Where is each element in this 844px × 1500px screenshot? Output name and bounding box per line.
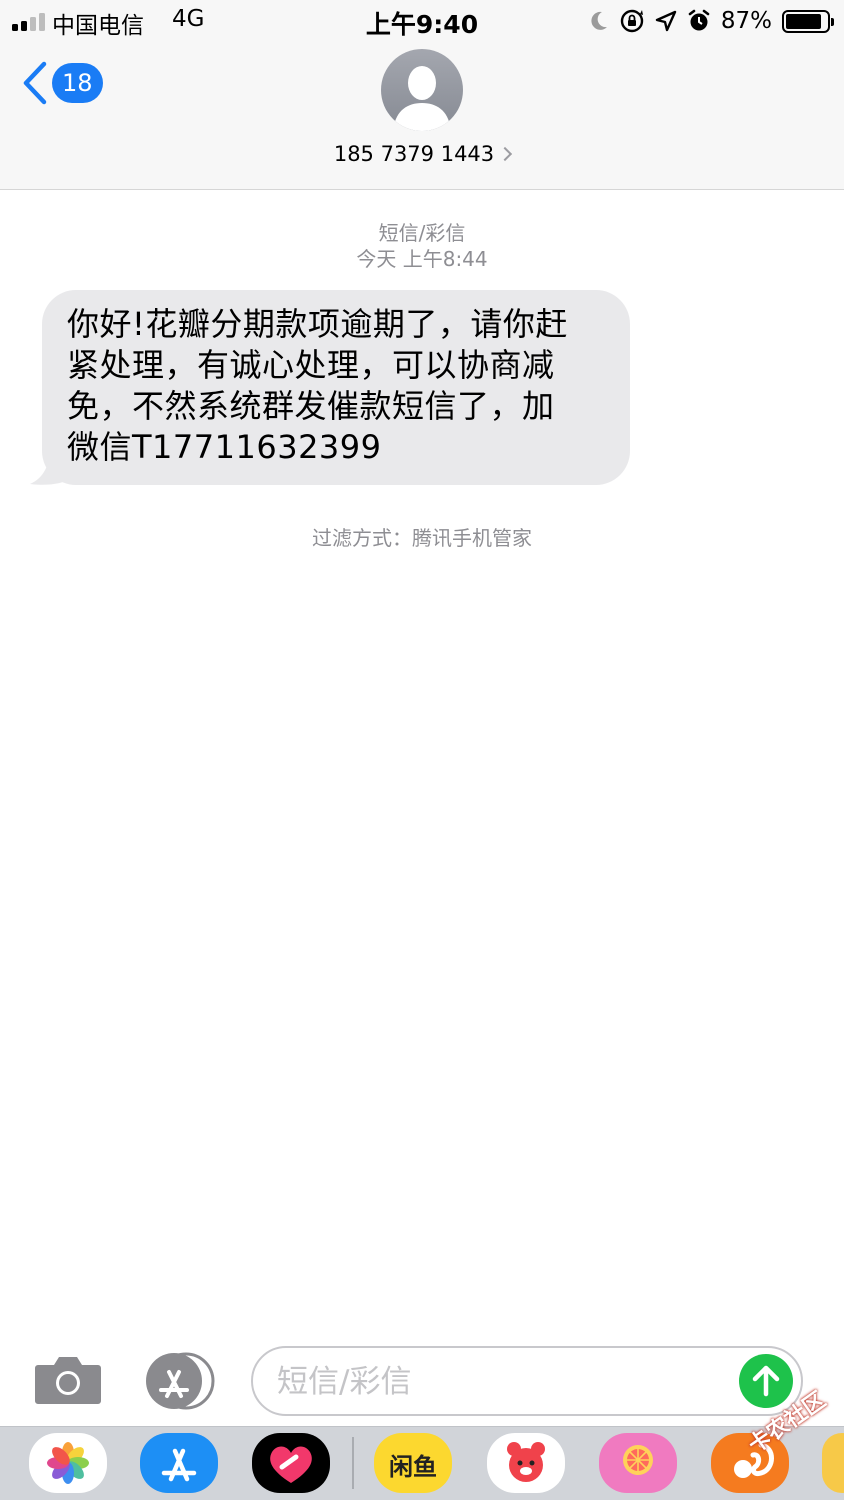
send-button[interactable] xyxy=(739,1354,793,1408)
unread-count-badge: 18 xyxy=(52,63,103,103)
app-store-button[interactable] xyxy=(143,1352,217,1410)
battery-level-fill xyxy=(786,13,821,29)
chevron-right-icon xyxy=(498,146,513,162)
chevron-left-icon xyxy=(23,61,47,105)
arrow-up-icon xyxy=(752,1365,780,1397)
message-line: 紧处理，有诚心处理，可以协商减 xyxy=(67,346,555,384)
battery-percentage: 87% xyxy=(720,8,772,34)
xianyu-app-icon[interactable]: 闲鱼 xyxy=(374,1433,452,1493)
app-store-icon xyxy=(146,1352,215,1410)
xianyu-label: 闲鱼 xyxy=(389,1453,437,1481)
location-icon xyxy=(655,10,677,32)
back-button[interactable]: 18 xyxy=(22,58,103,108)
more-apps-icon[interactable] xyxy=(822,1433,844,1493)
bear-app-icon[interactable] xyxy=(487,1433,565,1493)
digital-touch-icon[interactable] xyxy=(252,1433,330,1493)
moon-icon xyxy=(591,11,607,30)
app-store-app-icon[interactable] xyxy=(140,1433,218,1493)
camera-icon xyxy=(35,1357,101,1404)
filter-note: 过滤方式：腾讯手机管家 xyxy=(312,526,532,550)
status-icons: 87% xyxy=(589,8,834,34)
incoming-message-bubble[interactable]: 你好!花瓣分期款项逾期了，请你赶 紧处理，有诚心处理，可以协商减 免，不然系统群… xyxy=(42,290,630,485)
message-type-label: 短信/彩信 xyxy=(378,221,466,245)
message-timestamp: 今天 上午8:44 xyxy=(356,247,488,271)
alarm-icon xyxy=(688,9,710,31)
message-line: 你好!花瓣分期款项逾期了，请你赶 xyxy=(67,305,568,343)
message-line: 微信T17711632399 xyxy=(67,428,382,466)
imessage-app-drawer: 闲鱼 xyxy=(0,1426,844,1500)
person-silhouette-icon xyxy=(393,66,451,131)
drawer-divider xyxy=(352,1437,354,1489)
photos-app-icon[interactable] xyxy=(29,1433,107,1493)
conversation-header: 18 185 7379 1443 xyxy=(0,42,844,190)
message-line: 免，不然系统群发催款短信了，加 xyxy=(67,387,555,425)
camera-button[interactable] xyxy=(34,1355,102,1405)
battery-icon xyxy=(782,9,834,33)
message-input-field[interactable] xyxy=(251,1346,803,1416)
orientation-lock-icon xyxy=(620,9,644,33)
grapefruit-app-icon[interactable] xyxy=(599,1433,677,1493)
contact-phone-number: 185 7379 1443 xyxy=(333,142,495,166)
contact-name-button[interactable]: 185 7379 1443 xyxy=(0,142,844,166)
contact-avatar[interactable] xyxy=(381,49,463,131)
status-bar: 中国电信 4G 上午9:40 87% xyxy=(0,0,844,42)
message-text-input[interactable] xyxy=(277,1358,727,1406)
